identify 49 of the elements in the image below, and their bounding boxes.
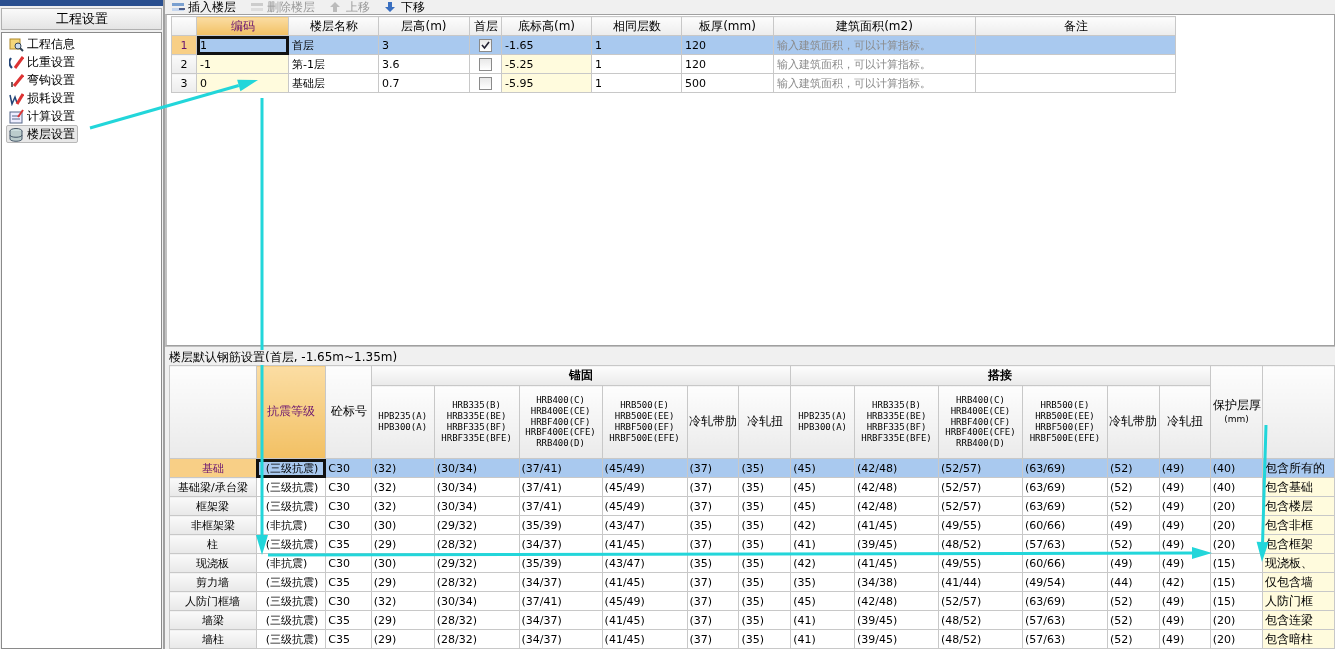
- navigation-item[interactable]: 楼层设置: [6, 125, 78, 143]
- column-group-header: 搭接: [790, 365, 1211, 386]
- panel-header: 工程设置: [1, 8, 162, 30]
- checkbox[interactable]: [479, 38, 492, 52]
- column-header[interactable]: 备注: [975, 16, 1176, 36]
- column-header[interactable]: HRB400(C) HRB400E(CE) HRBF400(CF) HRBF400E(CFE) RRB400(D): [519, 385, 603, 459]
- column-header[interactable]: 保护层厚 (mm): [1210, 365, 1263, 459]
- stack-icon: [9, 126, 24, 142]
- header-corner: [171, 16, 197, 36]
- column-header[interactable]: 冷轧扭: [1159, 385, 1211, 459]
- pencil-icon: [9, 72, 24, 88]
- navigation-item[interactable]: 比重设置: [6, 53, 78, 71]
- checkbox[interactable]: [479, 57, 492, 71]
- toolbar-button[interactable]: 插入楼层: [171, 0, 236, 14]
- form-icon: [9, 108, 24, 124]
- checkbox[interactable]: [479, 76, 492, 90]
- column-header[interactable]: HPB235(A) HPB300(A): [371, 385, 435, 459]
- column-header[interactable]: 首层: [469, 16, 502, 36]
- column-header[interactable]: 冷轧带肋: [1107, 385, 1160, 459]
- column-header[interactable]: HRB400(C) HRB400E(CE) HRBF400(CF) HRBF400E(CFE) RRB400(D): [938, 385, 1023, 459]
- navigation-item[interactable]: 损耗设置: [6, 89, 78, 107]
- navigation-item[interactable]: 工程信息: [6, 35, 78, 53]
- toolbar-button[interactable]: 下移: [384, 0, 425, 14]
- column-header[interactable]: HRB500(E) HRB500E(EE) HRBF500(EF) HRBF500E(EFE): [1022, 385, 1108, 459]
- column-header[interactable]: 抗震等级: [256, 365, 326, 459]
- column-header[interactable]: HRB500(E) HRB500E(EE) HRBF500(EF) HRBF500E(EFE): [602, 385, 687, 459]
- magnifier-icon: [9, 36, 24, 52]
- down-arrow-icon: [384, 1, 398, 13]
- column-header[interactable]: 冷轧扭: [738, 385, 791, 459]
- column-header[interactable]: 楼层名称: [288, 16, 379, 36]
- column-header[interactable]: 相同层数: [591, 16, 682, 36]
- delete-rows-icon: [250, 1, 264, 13]
- navigation-item[interactable]: 弯钩设置: [6, 71, 78, 89]
- column-header[interactable]: 板厚(mm): [681, 16, 774, 36]
- column-header[interactable]: 建筑面积(m2): [773, 16, 976, 36]
- pencil-icon: [9, 54, 24, 70]
- column-header[interactable]: 层高(m): [378, 16, 470, 36]
- insert-rows-icon: [171, 1, 185, 13]
- column-header[interactable]: 冷轧带肋: [687, 385, 739, 459]
- column-header[interactable]: HRB335(B) HRB335E(BE) HRBF335(BF) HRBF335E(BFE): [434, 385, 520, 459]
- column-header[interactable]: HPB235(A) HPB300(A): [790, 385, 855, 459]
- section-title: 楼层默认钢筋设置(首层, -1.65m~1.35m): [169, 350, 398, 365]
- navigation-item[interactable]: 计算设置: [6, 107, 78, 125]
- column-header[interactable]: 底标高(m): [501, 16, 592, 36]
- column-header[interactable]: 编码: [196, 16, 289, 36]
- column-header[interactable]: 砼标号: [325, 365, 372, 459]
- column-group-header: 锚固: [371, 365, 791, 386]
- up-arrow-icon: [329, 1, 343, 13]
- column-header[interactable]: HRB335(B) HRB335E(BE) HRBF335(BF) HRBF335E(BFE): [854, 385, 939, 459]
